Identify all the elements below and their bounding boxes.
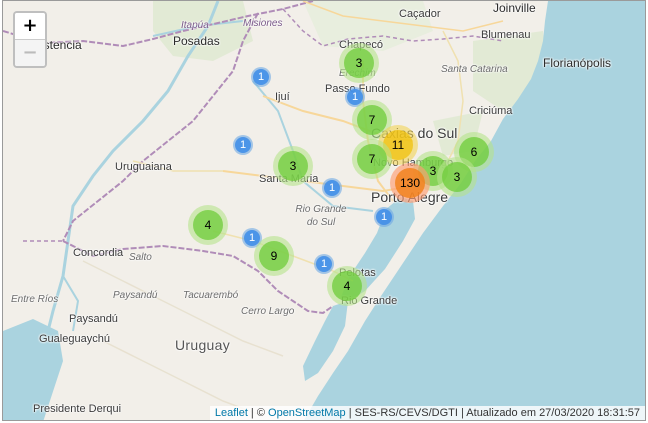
cluster-marker[interactable]: 130 — [390, 163, 430, 203]
label-criciuma: Criciúma — [469, 105, 513, 117]
openstreetmap-link[interactable]: OpenStreetMap — [268, 407, 346, 419]
cluster-marker[interactable]: 3 — [273, 146, 313, 186]
label-blumenau: Blumenau — [481, 29, 531, 41]
cluster-marker[interactable]: 4 — [327, 266, 367, 306]
label-salto: Salto — [129, 252, 152, 263]
cluster-marker[interactable]: 3 — [437, 157, 477, 197]
cluster-marker[interactable]: 4 — [188, 205, 228, 245]
label-cerro-largo: Cerro Largo — [241, 306, 295, 317]
cluster-marker[interactable]: 1 — [314, 254, 334, 274]
leaflet-link[interactable]: Leaflet — [215, 407, 248, 419]
cluster-marker[interactable]: 1 — [374, 207, 394, 227]
attribution-separator: | © — [247, 407, 269, 419]
cluster-count: 4 — [193, 210, 223, 240]
label-presidente-derqui: Presidente Derqui — [33, 403, 122, 415]
label-uruguaiana: Uruguaiana — [115, 161, 172, 173]
cluster-count: 7 — [357, 144, 387, 174]
attribution-source: | SES-RS/CEVS/DGTI | Atualizado em 27/03… — [345, 407, 640, 419]
cluster-marker[interactable]: 9 — [254, 236, 294, 276]
map-attribution: Leaflet | © OpenStreetMap | SES-RS/CEVS/… — [209, 406, 645, 420]
label-florianopolis: Florianópolis — [543, 56, 612, 70]
label-posadas: Posadas — [173, 34, 220, 48]
label-ijui: Ijuí — [275, 91, 290, 103]
zoom-control: + − — [13, 11, 47, 68]
label-concordia: Concordia — [73, 247, 124, 259]
label-cacador: Caçador — [399, 8, 441, 20]
cluster-count: 1 — [324, 180, 340, 196]
cluster-count: 3 — [278, 151, 308, 181]
label-itapua: Itapúa — [181, 20, 209, 31]
label-rio-grande-do-sul: Rio Grande do Sul — [295, 204, 347, 228]
cluster-count: 1 — [376, 209, 392, 225]
label-joinville: Joinville — [493, 1, 536, 15]
cluster-marker[interactable]: 3 — [339, 43, 379, 83]
label-gualeguaychu: Gualeguaychú — [39, 333, 110, 345]
cluster-count: 1 — [316, 256, 332, 272]
zoom-out-button[interactable]: − — [15, 40, 45, 66]
label-santa-catarina: Santa Catarina — [441, 64, 508, 75]
cluster-count: 3 — [344, 48, 374, 78]
label-paysandu: Paysandú — [69, 313, 118, 325]
cluster-marker[interactable]: 1 — [251, 67, 271, 87]
map-container[interactable]: sistencia Posadas Itapúa Misiones Caçado… — [2, 0, 646, 421]
cluster-count: 4 — [332, 271, 362, 301]
label-tacuarembo: Tacuarembó — [183, 290, 239, 301]
label-uruguay: Uruguay — [175, 337, 231, 353]
cluster-count: 130 — [395, 168, 425, 198]
cluster-count: 1 — [253, 69, 269, 85]
label-misiones: Misiones — [243, 18, 283, 29]
label-entre-rios: Entre Ríos — [11, 294, 59, 305]
cluster-count: 3 — [442, 162, 472, 192]
cluster-count: 1 — [235, 137, 251, 153]
cluster-count: 9 — [259, 241, 289, 271]
cluster-marker[interactable]: 1 — [322, 178, 342, 198]
label-paysandu-region: Paysandú — [113, 290, 158, 301]
zoom-in-button[interactable]: + — [15, 13, 45, 39]
cluster-marker[interactable]: 1 — [233, 135, 253, 155]
cluster-marker[interactable]: 7 — [352, 139, 392, 179]
